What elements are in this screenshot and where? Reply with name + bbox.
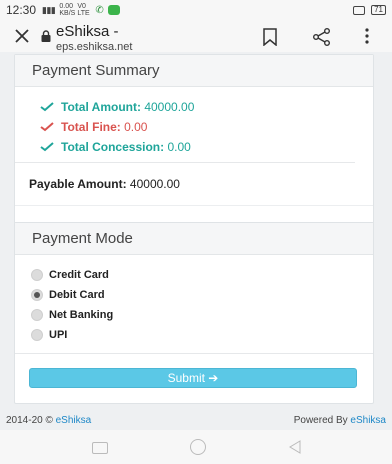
- back-icon[interactable]: [288, 440, 302, 454]
- message-icon: [107, 5, 120, 15]
- divider: [15, 205, 373, 206]
- divider: [15, 162, 355, 163]
- check-icon: [40, 142, 54, 152]
- powered-by-link[interactable]: eShiksa: [350, 415, 386, 426]
- total-fine-value: 0.00: [124, 120, 148, 134]
- vibrate-icon: [353, 5, 366, 15]
- page-footer: 2014-20 © eShiksa Powered By eShiksa: [0, 410, 392, 430]
- net-banking-radio[interactable]: [31, 309, 43, 321]
- close-icon[interactable]: [12, 26, 32, 46]
- total-fine-label: Total Fine:: [61, 120, 121, 134]
- credit-card-label[interactable]: Credit Card: [49, 269, 109, 281]
- status-time: 12:30: [6, 3, 37, 17]
- total-amount-value: 40000.00: [144, 100, 195, 114]
- debit-card-radio[interactable]: [31, 289, 43, 301]
- submit-button[interactable]: Submit ➔: [29, 368, 357, 388]
- net-banking-label[interactable]: Net Banking: [49, 309, 113, 321]
- option-upi[interactable]: UPI: [31, 325, 113, 345]
- debit-card-label[interactable]: Debit Card: [49, 289, 105, 301]
- option-debit-card[interactable]: Debit Card: [31, 285, 113, 305]
- total-fine-row: Total Fine: 0.00: [39, 117, 194, 137]
- payment-mode-panel: Payment Mode Credit Card Debit Card Net …: [14, 222, 374, 404]
- payable-amount-label: Payable Amount:: [29, 177, 127, 191]
- upi-label[interactable]: UPI: [49, 329, 67, 341]
- navigation-bar: [0, 430, 392, 464]
- divider: [15, 353, 373, 354]
- recents-icon[interactable]: [92, 442, 108, 454]
- battery-icon: 71: [371, 5, 386, 15]
- option-net-banking[interactable]: Net Banking: [31, 305, 113, 325]
- payable-amount: Payable Amount: 40000.00: [29, 177, 180, 191]
- total-concession-label: Total Concession:: [61, 140, 165, 154]
- network-speed: 0.00 KB/S: [59, 3, 76, 17]
- option-credit-card[interactable]: Credit Card: [31, 265, 113, 285]
- upi-radio[interactable]: [31, 329, 43, 341]
- url-text[interactable]: eps.eshiksa.net: [56, 41, 132, 53]
- powered-by-text: Powered By eShiksa: [293, 414, 386, 426]
- lock-icon: [40, 29, 52, 42]
- payment-mode-heading: Payment Mode: [15, 223, 373, 255]
- copyright-text: 2014-20 © eShiksa: [6, 414, 92, 426]
- browser-toolbar: eShiksa - eps.eshiksa.net: [0, 20, 392, 53]
- total-amount-row: Total Amount: 40000.00: [39, 97, 194, 117]
- network-type: V0 LTE: [77, 3, 90, 17]
- payment-mode-options: Credit Card Debit Card Net Banking UPI: [31, 265, 113, 345]
- signal-icon: ▮▮▮: [42, 4, 56, 15]
- call-icon: ✆: [95, 4, 104, 16]
- status-bar: 12:30 ▮▮▮ 0.00 KB/S V0 LTE ✆ 71: [0, 0, 392, 20]
- share-icon[interactable]: [312, 27, 332, 47]
- payment-summary-heading: Payment Summary: [15, 55, 373, 87]
- bookmark-icon[interactable]: [262, 28, 278, 47]
- payable-amount-value: 40000.00: [129, 177, 180, 191]
- check-icon: [40, 122, 54, 132]
- more-options-icon[interactable]: [362, 26, 372, 46]
- home-icon[interactable]: [190, 439, 206, 455]
- payment-summary-panel: Payment Summary Total Amount: 40000.00 T…: [14, 54, 374, 224]
- credit-card-radio[interactable]: [31, 269, 43, 281]
- eshiksa-link[interactable]: eShiksa: [56, 415, 92, 426]
- page-title: eShiksa -: [56, 23, 119, 40]
- total-concession-row: Total Concession: 0.00: [39, 137, 194, 157]
- total-amount-label: Total Amount:: [61, 100, 141, 114]
- summary-list: Total Amount: 40000.00 Total Fine: 0.00 …: [39, 97, 194, 157]
- total-concession-value: 0.00: [167, 140, 191, 154]
- check-icon: [40, 102, 54, 112]
